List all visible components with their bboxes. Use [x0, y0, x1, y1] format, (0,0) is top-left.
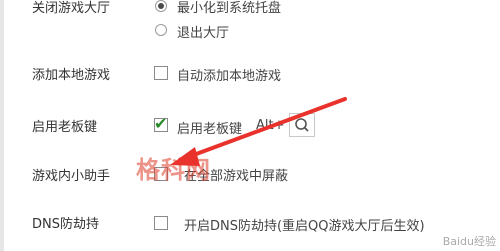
checkmark-icon: ✔ [154, 114, 168, 133]
hotkey-search-button[interactable] [289, 113, 315, 137]
auto-add-local-checkbox[interactable] [154, 66, 168, 80]
exit-lobby-label[interactable]: 退出大厅 [177, 22, 229, 41]
minimize-to-tray-radio[interactable] [155, 0, 167, 12]
boss-key-checkbox[interactable]: ✔ [154, 114, 168, 133]
search-icon [295, 118, 309, 132]
dns-hijack-option-label[interactable]: 开启DNS防劫持(重启QQ游戏大厅后生效) [184, 215, 425, 234]
dns-hijack-label: DNS防劫持 [32, 217, 99, 232]
exit-lobby-radio[interactable] [155, 24, 167, 36]
site-watermark: 格科网 [136, 156, 211, 184]
add-local-game-label: 添加本地游戏 [32, 68, 111, 83]
minimize-to-tray-label[interactable]: 最小化到系统托盘 [177, 0, 281, 16]
left-border [0, 0, 4, 251]
in-game-helper-label: 游戏内小助手 [32, 169, 111, 184]
dns-hijack-checkbox[interactable] [154, 216, 168, 230]
boss-key-option-label[interactable]: 启用老板键 [177, 118, 242, 137]
auto-add-local-label[interactable]: 自动添加本地游戏 [177, 65, 281, 84]
boss-key-hotkey[interactable]: Alt+ [256, 118, 285, 133]
close-lobby-label: 关闭游戏大厅 [32, 1, 111, 16]
boss-key-label: 启用老板键 [32, 120, 98, 135]
corner-watermark: Baidu经验 [442, 235, 496, 248]
